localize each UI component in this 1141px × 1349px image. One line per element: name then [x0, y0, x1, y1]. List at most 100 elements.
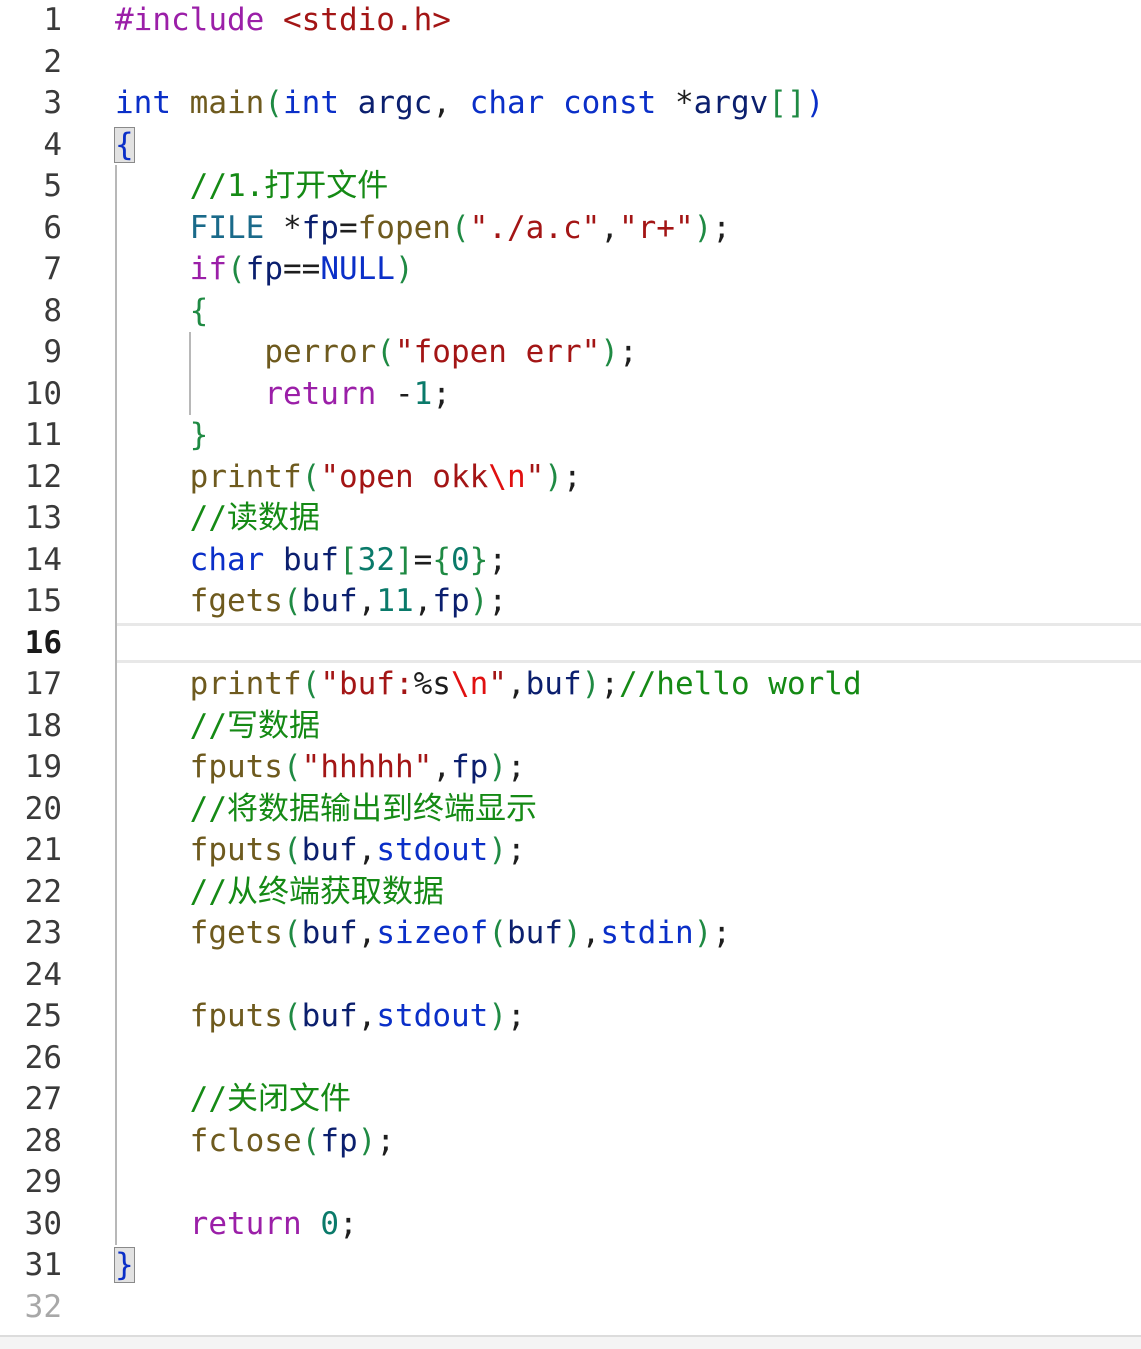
code-line[interactable]: 7 if(fp==NULL) [0, 249, 1141, 291]
code-token: ; [712, 209, 731, 246]
code-text: } [114, 1245, 135, 1287]
code-line[interactable]: 20 //将数据输出到终端显示 [0, 789, 1141, 831]
code-text: #include <stdio.h> [115, 0, 451, 42]
code-token: 11 [376, 583, 414, 619]
code-token: int [115, 85, 171, 121]
code-token: ( [376, 334, 395, 370]
code-token: , [357, 832, 377, 868]
code-line[interactable]: 24 [0, 955, 1141, 997]
code-text: char buf[32]={0}; [115, 540, 507, 582]
line-number: 26 [24, 1039, 62, 1076]
code-token: ( [301, 666, 321, 702]
code-line[interactable]: 21 fputs(buf,stdout); [0, 830, 1141, 872]
code-line[interactable]: 18 //写数据 [0, 706, 1141, 748]
code-token: stdout [376, 832, 489, 868]
code-line[interactable]: 27 //关闭文件 [0, 1079, 1141, 1121]
code-line[interactable]: 8 { [0, 291, 1141, 333]
line-number: 24 [24, 956, 62, 993]
code-token: = [338, 209, 358, 246]
code-line[interactable]: 19 fputs("hhhhh",fp); [0, 747, 1141, 789]
line-number: 8 [43, 292, 62, 329]
code-line[interactable]: 3 int main(int argc, char const *argv[]) [0, 83, 1141, 125]
code-token: , [600, 209, 619, 246]
code-token: { [189, 292, 209, 329]
code-token: //将数据输出到终端显示 [189, 790, 537, 827]
code-line[interactable]: 23 fgets(buf,sizeof(buf),stdin); [0, 913, 1141, 955]
code-line[interactable]: 30 return 0; [0, 1204, 1141, 1246]
code-token: ) [488, 749, 507, 785]
code-line[interactable]: 11 } [0, 415, 1141, 457]
code-token: fgets [189, 915, 283, 951]
code-token: ) [357, 1122, 377, 1159]
code-line[interactable]: 10 return -1; [0, 374, 1141, 416]
line-number: 17 [24, 666, 62, 702]
code-line[interactable]: 22 //从终端获取数据 [0, 872, 1141, 914]
code-line[interactable]: 26 [0, 1038, 1141, 1080]
code-token: ) [693, 209, 713, 246]
code-token: //1.打开文件 [189, 168, 389, 204]
code-line[interactable]: 25 fputs(buf,stdout); [0, 996, 1141, 1038]
code-line[interactable]: 31} [0, 1245, 1141, 1287]
code-line[interactable]: 4{ [0, 125, 1141, 167]
code-line[interactable]: 1 #include <stdio.h> [0, 0, 1141, 42]
code-token: printf [189, 666, 302, 702]
horizontal-scrollbar[interactable] [0, 1335, 1141, 1349]
code-token: <stdio.h> [282, 2, 451, 38]
code-token: buf [301, 998, 358, 1034]
line-number: 28 [24, 1122, 62, 1159]
code-text: { [115, 291, 209, 333]
code-line[interactable]: 15 fgets(buf,11,fp); [0, 581, 1141, 623]
code-token: return [264, 375, 377, 412]
code-token: 32 [357, 541, 395, 578]
code-line[interactable]: 12 printf("open okk\n"); [0, 457, 1141, 499]
code-line[interactable]: 17 printf("buf:%s\n",buf);//hello world [0, 664, 1141, 706]
line-number: 14 [24, 541, 62, 578]
code-token: ) [805, 85, 825, 121]
code-token: [ [338, 541, 358, 578]
code-token: buf [301, 915, 358, 951]
code-token: 1 [413, 375, 433, 412]
code-token: * [656, 85, 694, 121]
code-text: fputs("hhhhh",fp); [115, 747, 526, 789]
code-line[interactable]: 16 [0, 623, 1141, 665]
code-text: { [114, 125, 135, 167]
code-editor[interactable]: 1 #include <stdio.h> 2 3 int main(int argc, … [0, 0, 1141, 1335]
code-text: //关闭文件 [115, 1079, 351, 1121]
code-token: argv [693, 85, 769, 121]
code-line[interactable]: 32 [0, 1287, 1141, 1329]
code-line[interactable]: 13 //读数据 [0, 498, 1141, 540]
code-line[interactable]: 9 perror("fopen err"); [0, 332, 1141, 374]
code-token: ) [488, 832, 507, 868]
code-token: FILE [189, 209, 265, 246]
code-token: ; [488, 541, 508, 578]
code-token: , [432, 749, 451, 785]
code-line[interactable]: 29 [0, 1162, 1141, 1204]
code-line[interactable]: 28 fclose(fp); [0, 1121, 1141, 1163]
code-text: fclose(fp); [115, 1121, 395, 1163]
code-token: //hello world [618, 666, 862, 702]
line-number: 2 [43, 43, 62, 80]
code-line[interactable]: 2 [0, 42, 1141, 84]
line-number: 18 [24, 707, 62, 744]
line-number: 25 [24, 998, 62, 1034]
code-line[interactable]: 6 FILE *fp=fopen("./a.c","r+"); [0, 208, 1141, 250]
code-token: ( [488, 915, 507, 951]
code-token: \n [488, 458, 526, 495]
line-number: 12 [24, 458, 62, 495]
line-number: 31 [24, 1247, 62, 1283]
line-number: 4 [43, 126, 62, 163]
code-token: int [283, 85, 339, 121]
line-number: 6 [43, 209, 62, 246]
code-token: return [189, 1205, 302, 1242]
code-token: ] [394, 541, 414, 578]
code-line[interactable]: 5 //1.打开文件 [0, 166, 1141, 208]
code-line[interactable]: 14 char buf[32]={0}; [0, 540, 1141, 582]
code-token: perror [264, 334, 377, 370]
code-token: ; [618, 334, 638, 370]
